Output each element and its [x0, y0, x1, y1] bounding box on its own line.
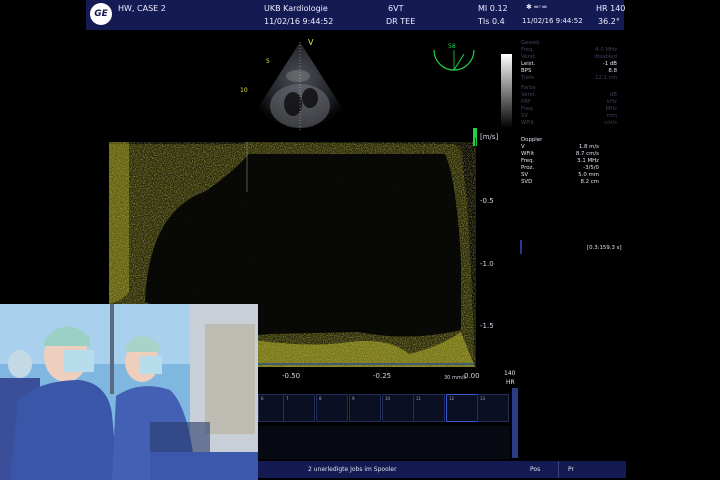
temperature: 36.2° [598, 17, 620, 26]
sector-label: V [308, 38, 314, 47]
sweep-speed: 30 mm/s [444, 375, 466, 381]
angle-indicator-icon: 58 [433, 43, 475, 71]
timeline-hr-label: HR [506, 379, 515, 386]
acquisition-parameters-panel: Geweb Freq. 4.0 MHz Verst. disabled Leist.… [517, 36, 622, 254]
ultrasound-header: GE HW, CASE 2 UKB Kardiologie 11/02/16 9… [86, 0, 626, 30]
divider [558, 461, 559, 478]
freeze-icon: ✱ ═◦═ [526, 3, 547, 11]
thermal-index: TIs 0.4 [478, 17, 505, 26]
heart-rate: HR 140 [596, 4, 626, 13]
x-tick: -0.25 [373, 372, 392, 380]
x-tick: 0.00 [464, 372, 480, 380]
ge-logo: GE [90, 3, 112, 25]
depth-mark-10: 10 [240, 87, 248, 94]
echo-2d-image: V 5 10 [240, 38, 346, 132]
angle-value: 58 [448, 43, 456, 50]
spooler-status: 2 unerledigte Jobs im Spooler [308, 466, 397, 473]
y-tick: -0.5 [480, 197, 494, 205]
scale-axis-line [475, 138, 476, 368]
status-bar: 2 unerledigte Jobs im Spooler Pos Pr [258, 461, 626, 478]
clip-thumbnail[interactable]: 9 [349, 394, 381, 422]
grayscale-bar [501, 54, 512, 128]
velocity-unit: [m/s] [480, 133, 499, 141]
preset-name: DR TEE [386, 17, 416, 26]
clip-thumbnail[interactable]: 7 [283, 394, 315, 422]
y-tick: -1.0 [480, 260, 494, 268]
pos-button[interactable]: Pos [530, 466, 540, 473]
clip-thumbnail[interactable]: 11 [413, 394, 445, 422]
x-tick: -0.50 [282, 372, 301, 380]
patient-name: HW, CASE 2 [118, 4, 166, 13]
timeline-hr-value: 140 [504, 370, 516, 377]
thumbnail-row-empty [258, 426, 510, 459]
marker-bar [520, 240, 522, 254]
clip-thumbnail[interactable]: 12 [446, 394, 478, 422]
clip-thumbnail[interactable]: 8 [316, 394, 348, 422]
institution-name: UKB Kardiologie [264, 4, 328, 13]
y-tick: -1.5 [480, 322, 494, 330]
clip-thumbnail[interactable]: 13 [477, 394, 509, 422]
exam-datetime: 11/02/16 9:44:52 [264, 17, 334, 26]
clip-thumbnail[interactable]: 10 [382, 394, 414, 422]
operator-camera-feed [0, 304, 258, 480]
mechanical-index: MI 0.12 [478, 4, 508, 13]
timeline-scrollbar[interactable] [512, 388, 518, 458]
depth-mark-5: 5 [266, 58, 270, 65]
probe-name: 6VT [388, 4, 404, 13]
pr-button[interactable]: Pr [568, 466, 574, 473]
freeze-datetime: 11/02/16 9:44:52 [522, 17, 583, 25]
